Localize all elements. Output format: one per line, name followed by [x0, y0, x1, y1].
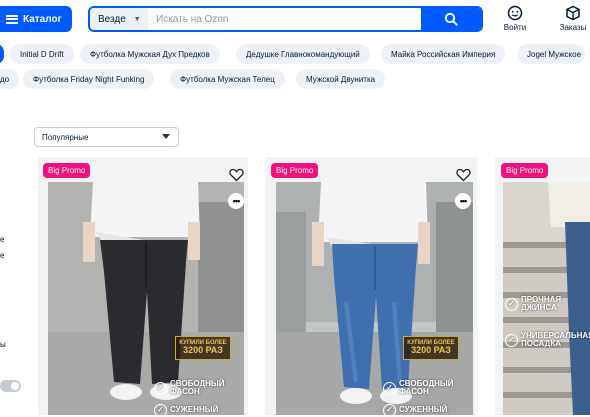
- search-bar: Везде ▼ Искать на Ozon: [88, 6, 483, 32]
- sales-sticker: КУПИЛИ БОЛЕЕ 3200 РАЗ: [175, 336, 231, 360]
- check-icon: ✓: [505, 297, 518, 311]
- promo-badge: Big Promo: [501, 163, 549, 178]
- check-icon: ✓: [154, 381, 167, 395]
- filter-label-fragment: ы: [0, 340, 6, 349]
- check-icon: ✓: [505, 333, 518, 347]
- filter-label-fragment: е: [0, 235, 5, 244]
- chevron-down-icon: [162, 134, 170, 139]
- catalog-button[interactable]: Каталог: [0, 6, 72, 32]
- search-input[interactable]: Искать на Ozon: [148, 14, 421, 25]
- more-options-icon[interactable]: •••: [455, 193, 471, 209]
- feature-label: ✓ СВОБОДНЫЙ ФАСОН: [383, 379, 467, 397]
- sort-select[interactable]: Популярные: [34, 127, 179, 147]
- feature-label: ✓ СУЖЕННЫЙ: [154, 404, 238, 417]
- suggestion-chips-row-2: до Футболка Friday Night Funking Футболк…: [0, 69, 590, 91]
- search-button[interactable]: [421, 8, 481, 30]
- search-icon: [444, 12, 458, 26]
- sticker-bottom-text: 3200 РАЗ: [183, 345, 223, 356]
- chip[interactable]: Initial D Drift: [10, 44, 74, 64]
- menu-icon: [6, 14, 18, 24]
- chevron-down-icon: ▼: [133, 15, 141, 23]
- more-options-icon[interactable]: •••: [228, 193, 244, 209]
- chip[interactable]: до: [0, 69, 20, 89]
- heart-icon[interactable]: [456, 168, 471, 182]
- chip[interactable]: Дедушке Главнокомандующий: [236, 44, 370, 64]
- filter-toggle[interactable]: [0, 380, 21, 392]
- chip[interactable]: Мужской Двунитка: [296, 69, 386, 89]
- feature-label: ✓ УНИВЕРСАЛЬНАЯ ПОСАДКА: [505, 331, 590, 349]
- check-icon: ✓: [154, 404, 167, 417]
- feature-label: ✓ СУЖЕННЫЙ: [383, 404, 467, 417]
- search-scope-select[interactable]: Везде ▼: [90, 8, 148, 30]
- header: Каталог Везде ▼ Искать на Ozon Войти Зак…: [0, 0, 590, 40]
- orders-button[interactable]: Заказы: [553, 5, 590, 32]
- heart-icon[interactable]: [229, 168, 244, 182]
- feature-label: ✓ СВОБОДНЫЙ ФАСОН: [154, 379, 238, 397]
- catalog-label: Каталог: [23, 13, 62, 25]
- chip[interactable]: Футболка Friday Night Funking: [23, 69, 155, 89]
- promo-badge: Big Promo: [271, 163, 319, 178]
- box-icon: [566, 5, 580, 21]
- check-icon: ✓: [383, 381, 396, 395]
- sales-sticker: КУПИЛИ БОЛЕЕ 3200 РАЗ: [403, 336, 459, 360]
- filter-label-fragment: е: [0, 251, 5, 260]
- search-scope-label: Везде: [98, 13, 126, 25]
- chip[interactable]: Футболка Мужская Дух Предков: [80, 44, 220, 64]
- sort-selected-value: Популярные: [42, 132, 89, 142]
- feature-label: ✓ ПРОЧНАЯ ДЖИНСА: [505, 295, 575, 313]
- login-label: Войти: [503, 23, 527, 32]
- chip[interactable]: Jogel Мужское: [517, 44, 586, 64]
- promo-badge: Big Promo: [43, 163, 91, 178]
- user-face-icon: [507, 5, 523, 21]
- orders-label: Заказы: [559, 23, 587, 32]
- check-icon: ✓: [383, 404, 396, 417]
- suggestion-chips-row-1: Initial D Drift Футболка Мужская Дух Пре…: [0, 44, 590, 66]
- chip[interactable]: Футболка Мужская Телец: [170, 69, 285, 89]
- chip[interactable]: Майка Российская Империя: [381, 44, 506, 64]
- chip-partial-active[interactable]: [0, 44, 4, 64]
- sticker-bottom-text: 3200 РАЗ: [411, 345, 451, 356]
- login-button[interactable]: Войти: [495, 5, 535, 32]
